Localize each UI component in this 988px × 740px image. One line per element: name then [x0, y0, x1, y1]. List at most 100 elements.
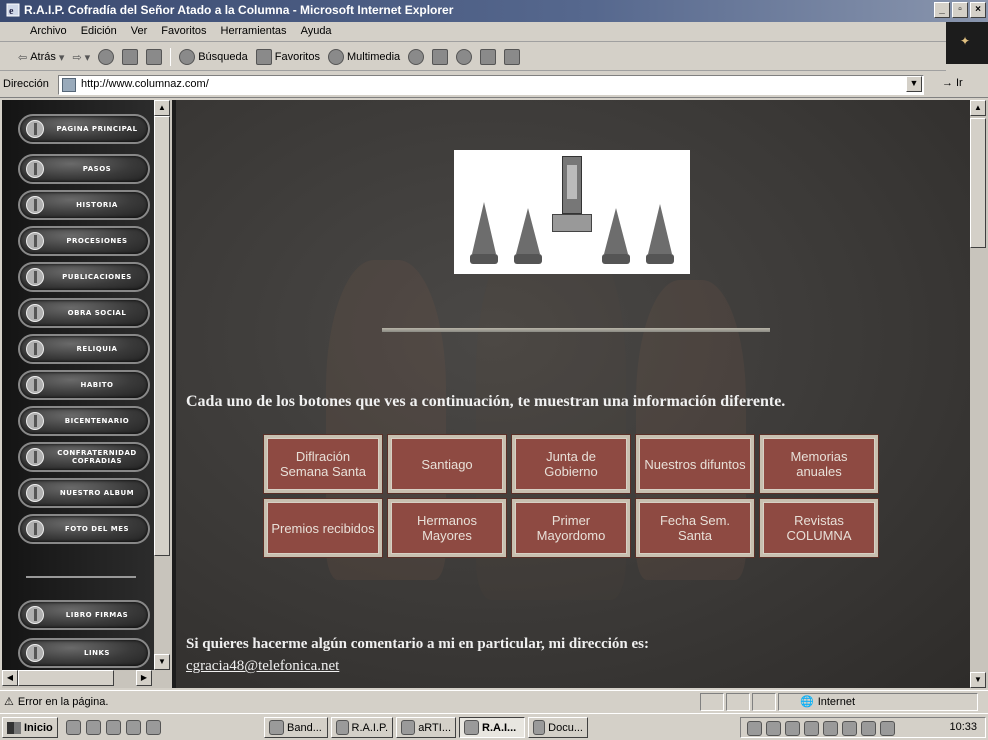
nav-historia[interactable]: HISTORIA [18, 190, 150, 220]
tray-app-icon[interactable] [880, 721, 895, 736]
menu-ver[interactable]: Ver [131, 25, 148, 37]
scroll-up-icon[interactable]: ▲ [970, 100, 986, 116]
back-label: Atrás [30, 51, 56, 63]
button-santiago[interactable]: Santiago [387, 434, 507, 494]
scroll-up-icon[interactable]: ▲ [154, 100, 170, 116]
multimedia-button[interactable]: Multimedia [327, 49, 400, 65]
home-icon[interactable] [146, 49, 163, 65]
button-primer-mayordomo[interactable]: Primer Mayordomo [511, 498, 631, 558]
stop-icon[interactable] [98, 49, 115, 65]
scroll-thumb[interactable] [18, 670, 114, 686]
button-hermanos-mayores[interactable]: Hermanos Mayores [387, 498, 507, 558]
scroll-down-icon[interactable]: ▼ [970, 672, 986, 688]
scroll-thumb[interactable] [970, 118, 986, 248]
volume-icon[interactable] [766, 721, 781, 736]
nav-pasos[interactable]: PASOS [18, 154, 150, 184]
antivirus-icon[interactable] [785, 721, 800, 736]
address-input[interactable]: http://www.columnaz.com/ [58, 75, 924, 95]
menu-edicion[interactable]: Edición [81, 25, 117, 37]
task-raip[interactable]: R.A.I.P. [331, 717, 393, 738]
nav-label: LIBRO FIRMAS [65, 611, 129, 619]
scroll-left-icon[interactable]: ◀ [2, 670, 18, 686]
tray-app-icon[interactable] [804, 721, 819, 736]
scroll-right-icon[interactable]: ▶ [136, 670, 152, 686]
nav-links[interactable]: LINKS [18, 638, 150, 668]
task-list: Band... R.A.I.P. aRTI... R.A.I... Docu..… [264, 717, 588, 738]
task-band[interactable]: Band... [264, 717, 328, 738]
windows-logo-icon [7, 721, 21, 734]
refresh-icon[interactable] [122, 49, 139, 65]
nav-publicaciones[interactable]: PUBLICACIONES [18, 262, 150, 292]
crest-icon [26, 520, 44, 538]
outlook-icon[interactable] [106, 720, 121, 735]
nav-bicentenario[interactable]: BICENTENARIO [18, 406, 150, 436]
email-link[interactable]: cgracia48@telefonica.net [186, 658, 339, 675]
address-dropdown-icon[interactable]: ▼ [906, 76, 922, 92]
button-fecha-sem-santa[interactable]: Fecha Sem. Santa [635, 498, 755, 558]
nav-label: LINKS [84, 649, 110, 657]
nav-label: FOTO DEL MES [64, 525, 130, 533]
back-button[interactable]: ⇦ Atrás ▾ [18, 51, 64, 64]
network-icon[interactable] [747, 721, 762, 736]
nav-procesiones[interactable]: PROCESIONES [18, 226, 150, 256]
page-vertical-scrollbar[interactable]: ▲ ▼ [970, 100, 988, 688]
nav-nuestro-album[interactable]: NUESTRO ALBUM [18, 478, 150, 508]
tray-app-icon[interactable] [842, 721, 857, 736]
button-memorias-anuales[interactable]: Memorias anuales [759, 434, 879, 494]
go-button[interactable]: → Ir [942, 77, 963, 89]
tray-app-icon[interactable] [861, 721, 876, 736]
nav-horizontal-scrollbar[interactable]: ◀ ▶ [2, 670, 154, 688]
ie-launch-icon[interactable] [66, 720, 81, 735]
app-launch-icon[interactable] [146, 720, 161, 735]
multimedia-icon [327, 49, 344, 65]
scroll-thumb[interactable] [154, 116, 170, 556]
search-button[interactable]: Búsqueda [179, 49, 248, 65]
button-junta-de-gobierno[interactable]: Junta de Gobierno [511, 434, 631, 494]
maximize-button[interactable]: ▫ [952, 2, 968, 18]
mail-icon[interactable] [432, 49, 449, 65]
task-docu[interactable]: Docu... [528, 717, 588, 738]
button-difusion-semana-santa[interactable]: Diflración Semana Santa [263, 434, 383, 494]
menu-archivo[interactable]: Archivo [30, 25, 67, 37]
menu-favoritos[interactable]: Favoritos [161, 25, 206, 37]
tray-app-icon[interactable] [823, 721, 838, 736]
minimize-button[interactable]: _ [934, 2, 950, 18]
warning-icon[interactable]: ⚠ [4, 695, 14, 708]
nav-label: HABITO [80, 381, 114, 389]
button-nuestros-difuntos[interactable]: Nuestros difuntos [635, 434, 755, 494]
back-dropdown-icon: ▾ [58, 51, 65, 64]
button-revistas-columna[interactable]: Revistas COLUMNA [759, 498, 879, 558]
word-edit-icon[interactable] [480, 49, 497, 65]
close-button[interactable]: × [970, 2, 986, 18]
start-button[interactable]: Inicio [2, 717, 58, 738]
discuss-icon[interactable] [504, 49, 521, 65]
task-label: Docu... [548, 721, 583, 734]
menu-ayuda[interactable]: Ayuda [301, 25, 332, 37]
media-icon[interactable] [126, 720, 141, 735]
print-icon[interactable] [456, 49, 473, 65]
clock[interactable]: 10:33 [949, 721, 977, 733]
nav-obra-social[interactable]: OBRA SOCIAL [18, 298, 150, 328]
procession-image [454, 150, 690, 274]
task-rai-active[interactable]: R.A.I... [459, 717, 525, 738]
nav-pagina-principal[interactable]: PAGINA PRINCIPAL [18, 114, 150, 144]
paso-float [552, 156, 592, 242]
nav-habito[interactable]: HABITO [18, 370, 150, 400]
desktop-icon[interactable] [86, 720, 101, 735]
forward-button[interactable]: ⇨ ▾ [72, 51, 90, 64]
nav-foto-del-mes[interactable]: FOTO DEL MES [18, 514, 150, 544]
nav-label: OBRA SOCIAL [67, 309, 127, 317]
nav-vertical-scrollbar[interactable]: ▲ ▼ [154, 100, 172, 688]
nav-libro-firmas[interactable]: LIBRO FIRMAS [18, 600, 150, 630]
status-pane [700, 693, 724, 711]
task-arti[interactable]: aRTI... [396, 717, 456, 738]
button-premios-recibidos[interactable]: Premios recibidos [263, 498, 383, 558]
history-icon[interactable] [408, 49, 425, 65]
nav-reliquia[interactable]: RELIQUIA [18, 334, 150, 364]
scroll-down-icon[interactable]: ▼ [154, 654, 170, 670]
favorites-button[interactable]: Favoritos [255, 49, 320, 65]
crest-icon [26, 160, 44, 178]
go-label: Ir [956, 77, 963, 89]
menu-herramientas[interactable]: Herramientas [221, 25, 287, 37]
nav-confraternidad-cofradias[interactable]: CONFRATERNIDAD COFRADIAS [18, 442, 150, 472]
